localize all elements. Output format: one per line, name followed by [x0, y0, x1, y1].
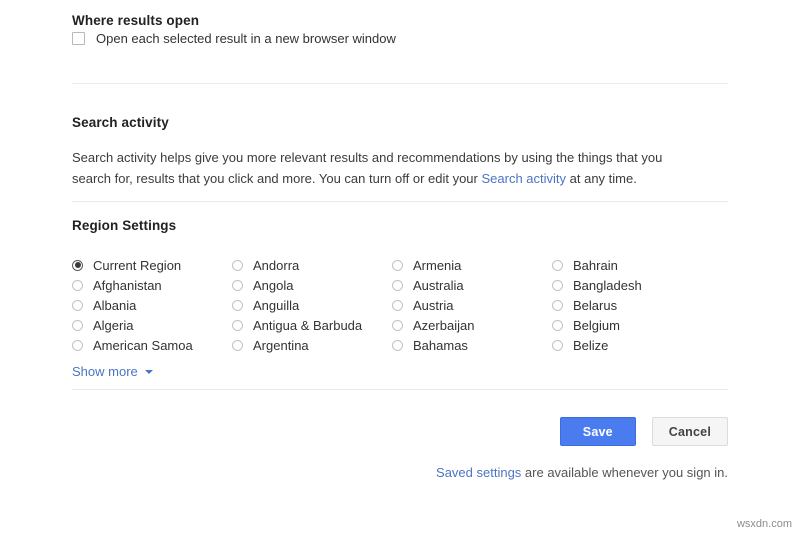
radio-button[interactable] — [392, 340, 403, 351]
settings-page: Where results open Open each selected re… — [72, 0, 728, 538]
action-button-row: Save Cancel — [72, 417, 728, 446]
radio-button[interactable] — [232, 260, 243, 271]
region-option-antigua-barbuda[interactable]: Antigua & Barbuda — [232, 315, 392, 335]
radio-button[interactable] — [392, 280, 403, 291]
radio-button[interactable] — [392, 320, 403, 331]
radio-button[interactable] — [552, 340, 563, 351]
region-option-label: Current Region — [93, 258, 181, 273]
region-option-andorra[interactable]: Andorra — [232, 255, 392, 275]
radio-button[interactable] — [72, 260, 83, 271]
caret-down-icon — [145, 370, 153, 374]
region-option-label: Algeria — [93, 318, 133, 333]
show-more-button[interactable]: Show more — [72, 364, 153, 379]
region-option-label: Azerbaijan — [413, 318, 474, 333]
radio-button[interactable] — [232, 340, 243, 351]
region-option-belarus[interactable]: Belarus — [552, 295, 712, 315]
region-option-label: Bahamas — [413, 338, 468, 353]
region-option-belize[interactable]: Belize — [552, 335, 712, 355]
region-option-anguilla[interactable]: Anguilla — [232, 295, 392, 315]
search-activity-text-after: at any time. — [566, 171, 637, 186]
region-option-algeria[interactable]: Algeria — [72, 315, 232, 335]
new-browser-window-checkbox[interactable] — [72, 32, 85, 45]
radio-button[interactable] — [392, 260, 403, 271]
region-option-label: Albania — [93, 298, 136, 313]
region-option-bahamas[interactable]: Bahamas — [392, 335, 552, 355]
radio-button[interactable] — [72, 280, 83, 291]
region-option-label: Anguilla — [253, 298, 299, 313]
radio-button[interactable] — [232, 280, 243, 291]
region-option-azerbaijan[interactable]: Azerbaijan — [392, 315, 552, 335]
new-browser-window-checkbox-row[interactable]: Open each selected result in a new brows… — [72, 31, 396, 46]
region-option-label: Belgium — [573, 318, 620, 333]
save-button[interactable]: Save — [560, 417, 636, 446]
region-option-label: American Samoa — [93, 338, 193, 353]
region-column-4: Bahrain Bangladesh Belarus Belgium Belize — [552, 255, 712, 355]
region-option-australia[interactable]: Australia — [392, 275, 552, 295]
radio-button[interactable] — [552, 320, 563, 331]
section-divider-1 — [72, 83, 728, 84]
region-option-label: Angola — [253, 278, 293, 293]
region-option-label: Belarus — [573, 298, 617, 313]
region-option-argentina[interactable]: Argentina — [232, 335, 392, 355]
region-option-label: Antigua & Barbuda — [253, 318, 362, 333]
search-activity-link[interactable]: Search activity — [481, 171, 566, 186]
saved-settings-rest: are available whenever you sign in. — [521, 465, 728, 480]
saved-settings-note: Saved settings are available whenever yo… — [72, 465, 728, 480]
region-column-3: Armenia Australia Austria Azerbaijan Bahamas — [392, 255, 552, 355]
watermark: wsxdn.com — [737, 518, 792, 530]
region-option-label: Bangladesh — [573, 278, 642, 293]
saved-settings-link[interactable]: Saved settings — [436, 465, 521, 480]
region-option-albania[interactable]: Albania — [72, 295, 232, 315]
region-option-bahrain[interactable]: Bahrain — [552, 255, 712, 275]
radio-button[interactable] — [552, 280, 563, 291]
region-option-label: Argentina — [253, 338, 309, 353]
search-activity-description: Search activity helps give you more rele… — [72, 147, 692, 189]
region-option-label: Belize — [573, 338, 608, 353]
region-option-american-samoa[interactable]: American Samoa — [72, 335, 232, 355]
region-settings-heading: Region Settings — [72, 218, 176, 233]
radio-button[interactable] — [552, 260, 563, 271]
region-option-angola[interactable]: Angola — [232, 275, 392, 295]
region-option-label: Armenia — [413, 258, 461, 273]
radio-button[interactable] — [232, 300, 243, 311]
radio-button[interactable] — [72, 340, 83, 351]
section-divider-3 — [72, 389, 728, 390]
region-column-2: Andorra Angola Anguilla Antigua & Barbuda Ar… — [232, 255, 392, 355]
cancel-button[interactable]: Cancel — [652, 417, 728, 446]
region-option-label: Afghanistan — [93, 278, 162, 293]
new-browser-window-label: Open each selected result in a new brows… — [96, 31, 396, 46]
where-results-open-heading: Where results open — [72, 13, 199, 28]
radio-button[interactable] — [552, 300, 563, 311]
region-option-belgium[interactable]: Belgium — [552, 315, 712, 335]
region-option-label: Australia — [413, 278, 464, 293]
radio-button[interactable] — [72, 300, 83, 311]
region-option-austria[interactable]: Austria — [392, 295, 552, 315]
radio-button[interactable] — [72, 320, 83, 331]
region-option-label: Andorra — [253, 258, 299, 273]
show-more-label: Show more — [72, 364, 138, 379]
region-option-armenia[interactable]: Armenia — [392, 255, 552, 275]
region-option-afghanistan[interactable]: Afghanistan — [72, 275, 232, 295]
region-column-1: Current Region Afghanistan Albania Algeria A… — [72, 255, 232, 355]
region-radio-grid: Current Region Afghanistan Albania Algeria A… — [72, 255, 728, 355]
region-option-label: Austria — [413, 298, 453, 313]
section-divider-2 — [72, 201, 728, 202]
radio-button[interactable] — [232, 320, 243, 331]
region-option-label: Bahrain — [573, 258, 618, 273]
search-activity-heading: Search activity — [72, 115, 169, 130]
region-option-current-region[interactable]: Current Region — [72, 255, 232, 275]
radio-button[interactable] — [392, 300, 403, 311]
region-option-bangladesh[interactable]: Bangladesh — [552, 275, 712, 295]
